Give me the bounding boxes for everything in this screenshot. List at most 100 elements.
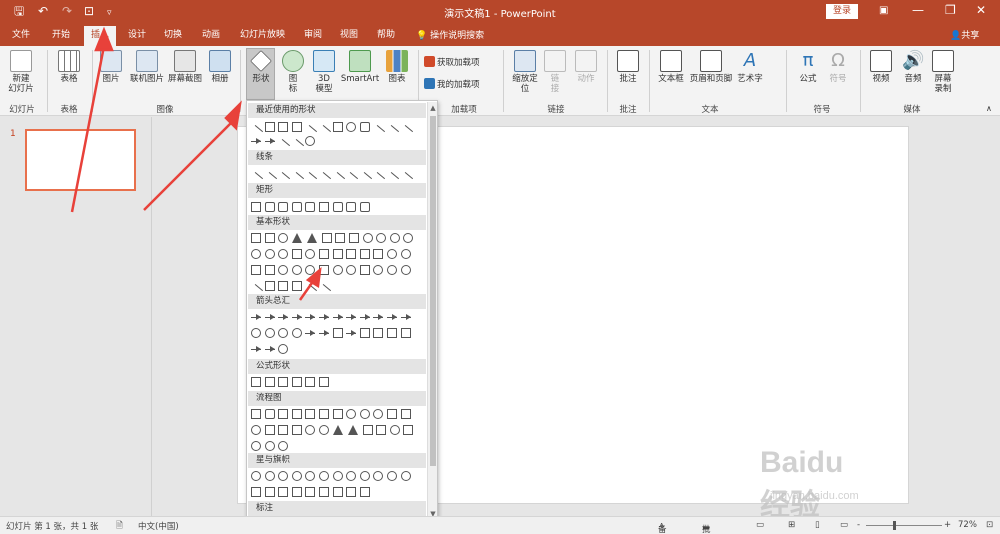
shape-row[interactable] [251,249,414,262]
slide-number: 1 [10,129,16,139]
screen-recording-button[interactable]: 屏幕 录制 [928,50,958,94]
tab-help[interactable]: 帮助 [377,28,395,42]
normal-view-icon[interactable]: ▭ [756,520,764,530]
wordart-label: 艺术字 [737,74,763,84]
close-icon[interactable]: ✕ [976,3,986,17]
shape-row[interactable] [251,377,333,390]
wordart-button[interactable]: A 艺术字 [735,50,765,84]
shape-row[interactable] [251,136,319,154]
ribbon: 新建 幻灯片 幻灯片 表格 表格 图片 联机图片 屏幕截图 相册 图像 形状 图… [0,46,1000,116]
shape-row[interactable] [251,202,373,215]
album-label: 相册 [211,74,229,84]
new-slide-button[interactable]: 新建 幻灯片 [6,50,36,94]
get-addins-button[interactable]: 获取加载项 [424,56,480,69]
online-picture-button[interactable]: 联机图片 [127,50,167,84]
group-separator [649,50,650,112]
shape-row[interactable] [251,487,373,500]
tab-transitions[interactable]: 切换 [164,28,182,42]
shape-row[interactable] [248,122,414,140]
symbol-label: 符号 [829,74,847,84]
action-button[interactable]: 动作 [572,50,600,84]
zoom-button[interactable]: 缩放定 位 [508,50,542,94]
collapse-ribbon-icon[interactable]: ∧ [986,104,992,113]
tab-animations[interactable]: 动画 [202,28,220,42]
shape-row[interactable] [248,169,414,187]
header-footer-button[interactable]: 页眉和页脚 [688,50,734,84]
icons-button[interactable]: 图 标 [280,50,306,94]
group-label-tables: 表格 [60,105,78,115]
3d-model-button[interactable]: 3D 模型 [311,50,337,94]
tab-slideshow[interactable]: 幻灯片放映 [240,28,285,42]
get-addins-label: 获取加载项 [437,58,480,68]
shape-row[interactable] [251,471,414,484]
tell-me-search[interactable]: 💡 操作说明搜索 [416,28,484,41]
symbol-button[interactable]: Ω 符号 [824,50,852,84]
login-button[interactable]: 登录 [826,4,858,19]
tab-view[interactable]: 视图 [340,28,358,42]
group-separator [240,50,241,112]
slide-sorter-icon[interactable]: ⊞ [788,520,795,530]
minimize-icon[interactable]: — [912,3,924,17]
smartart-icon [349,50,371,72]
link-button[interactable]: 链 接 [544,50,566,94]
album-button[interactable]: 相册 [205,50,235,84]
gallery-scrollbar[interactable]: ▲ ▼ [427,102,437,520]
comment-icon [617,50,639,72]
shape-row[interactable] [251,344,292,357]
zoom-slider-thumb[interactable] [893,521,896,530]
shape-row[interactable] [251,425,417,438]
shape-row[interactable] [251,328,414,341]
video-button[interactable]: 视频 [866,50,896,84]
zoom-out-button[interactable]: - [857,520,860,530]
group-separator [503,50,504,112]
group-label-text: 文本 [701,105,719,115]
tab-home[interactable]: 开始 [52,28,70,42]
camera-icon [174,50,196,72]
scroll-up-icon[interactable]: ▲ [428,103,437,113]
shapes-button[interactable]: 形状 [247,50,275,84]
zoom-slider-track[interactable] [866,525,942,526]
video-label: 视频 [872,74,890,84]
my-addins-button[interactable]: 我的加载项 [424,78,480,91]
speaker-icon: 🔊 [902,50,925,71]
zoom-in-button[interactable]: + [944,520,951,530]
icons-label: 图 [288,74,298,84]
tab-design[interactable]: 设计 [128,28,146,42]
scrollbar-thumb[interactable] [430,116,436,466]
tab-insert[interactable]: 插入 [84,26,117,46]
language-indicator[interactable]: 中文(中国) [138,520,179,532]
audio-button[interactable]: 🔊 音频 [898,50,928,84]
share-button[interactable]: 👤共享 [950,28,979,41]
chart-button[interactable]: 图表 [383,50,411,84]
group-label-images: 图像 [156,105,174,115]
slideshow-icon[interactable]: ▭ [840,520,848,530]
addins-icon [424,78,435,89]
tab-review[interactable]: 审阅 [304,28,322,42]
ribbon-display-icon[interactable]: ▣ [879,5,888,16]
restore-icon[interactable]: ❐ [945,3,956,17]
smartart-button[interactable]: SmartArt [340,50,380,84]
reading-view-icon[interactable]: ▯ [815,520,820,530]
textbox-button[interactable]: 文本框 [654,50,688,84]
equation-button[interactable]: π 公式 [794,50,822,84]
spellcheck-icon[interactable]: 🗎 [116,520,123,534]
picture-button[interactable]: 图片 [97,50,125,84]
shape-row[interactable] [251,409,414,422]
store-icon [424,56,435,67]
tab-file[interactable]: 文件 [12,28,30,42]
screenshot-label: 屏幕截图 [167,74,202,84]
slide-thumbnail[interactable] [25,129,136,191]
group-label-media: 媒体 [903,105,921,115]
comment-button[interactable]: 批注 [614,50,642,84]
shape-row[interactable] [251,265,414,278]
table-button[interactable]: 表格 [54,50,84,84]
online-picture-label: 联机图片 [129,74,164,84]
screenshot-button[interactable]: 屏幕截图 [167,50,203,84]
shape-row[interactable] [248,281,333,299]
fit-slide-icon[interactable]: ⊡ [986,520,993,530]
action-label: 动作 [577,74,595,84]
zoom-level[interactable]: 72% [958,520,977,530]
lightbulb-icon: 💡 [416,31,431,41]
shape-row[interactable] [251,312,414,325]
shape-row[interactable] [251,233,417,246]
